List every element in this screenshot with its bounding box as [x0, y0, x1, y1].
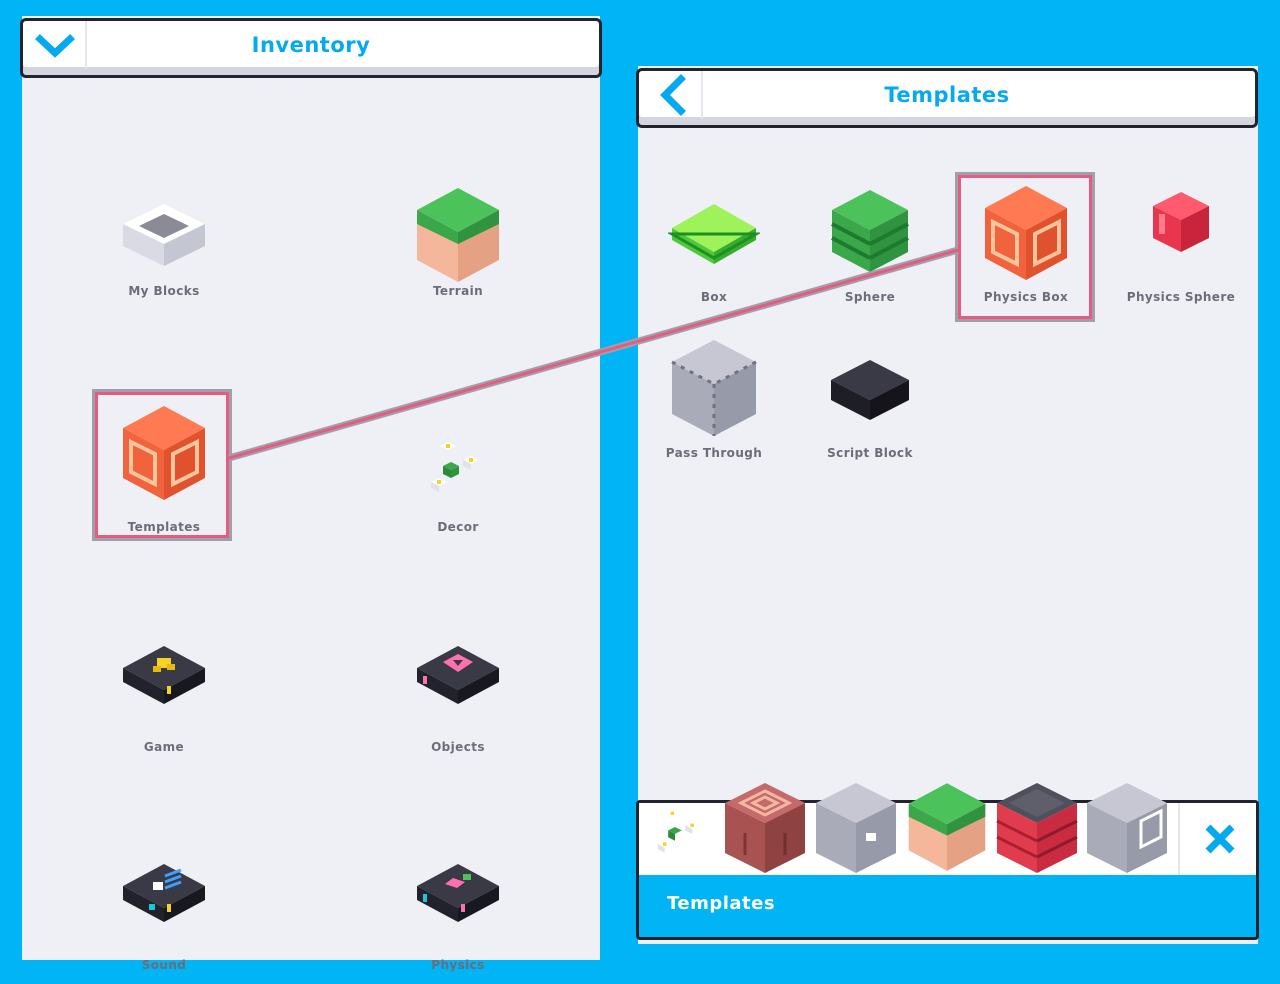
template-label: Script Block	[827, 446, 913, 460]
category-decor[interactable]: Decor	[368, 404, 548, 534]
sound-pad-icon	[123, 864, 205, 922]
template-box[interactable]: Box	[624, 186, 804, 316]
templates-header: Templates	[636, 68, 1258, 128]
green-sphere-icon	[831, 190, 909, 272]
close-icon	[1205, 824, 1235, 854]
category-label: Physics	[431, 958, 485, 972]
template-physics-sphere[interactable]: Physics Sphere	[1091, 186, 1271, 316]
hotbar-slot[interactable]	[814, 781, 900, 877]
template-pass-through[interactable]: Pass Through	[624, 336, 804, 466]
category-my-blocks[interactable]: My Blocks	[74, 186, 254, 316]
hotbar-slot[interactable]	[645, 781, 731, 877]
hotbar-slot[interactable]	[1085, 781, 1171, 877]
hotbar-slot[interactable]	[723, 781, 809, 877]
category-label: Decor	[437, 520, 479, 534]
category-terrain[interactable]: Terrain	[368, 186, 548, 316]
grass-block-icon	[908, 783, 986, 871]
category-objects[interactable]: Objects	[368, 636, 548, 766]
flowers-icon	[431, 442, 479, 492]
template-label: Box	[700, 290, 728, 304]
pass-through-icon	[671, 340, 757, 436]
script-block-icon	[831, 360, 909, 420]
grass-block-icon	[417, 188, 499, 282]
template-label: Pass Through	[665, 446, 763, 460]
category-game[interactable]: Game	[74, 636, 254, 766]
physics-pad-icon	[417, 864, 499, 922]
hotbar-category-label: Templates	[667, 893, 776, 914]
inventory-title: Inventory	[251, 33, 371, 57]
red-sphere-icon	[1153, 192, 1209, 252]
templates-title: Templates	[884, 83, 1010, 107]
inventory-header: Inventory	[20, 18, 602, 78]
template-label: Physics Sphere	[1126, 290, 1236, 304]
highlight-physics-box	[958, 175, 1092, 319]
heart-pad-icon	[417, 646, 499, 704]
brick-block-icon	[996, 783, 1078, 873]
category-label: Terrain	[432, 284, 484, 298]
hotbar-strip	[639, 783, 1256, 875]
hotbar: Templates	[636, 783, 1259, 940]
trophy-pad-icon	[123, 646, 205, 704]
hotbar-slot[interactable]	[995, 781, 1081, 877]
category-label: Sound	[141, 958, 187, 972]
category-physics[interactable]: Physics	[368, 854, 548, 984]
template-sphere[interactable]: Sphere	[780, 186, 960, 316]
empty-block-icon	[123, 204, 205, 266]
target-block-icon	[725, 783, 805, 873]
category-sound[interactable]: Sound	[74, 854, 254, 984]
gray-box-icon	[816, 783, 896, 873]
category-label: Game	[143, 740, 185, 754]
green-slab-icon	[668, 204, 760, 264]
template-script-block[interactable]: Script Block	[780, 336, 960, 466]
template-label: Sphere	[844, 290, 896, 304]
metal-block-icon	[1087, 783, 1167, 873]
hotbar-slot[interactable]	[905, 781, 991, 877]
highlight-templates-category	[95, 392, 229, 538]
close-button[interactable]	[1178, 803, 1256, 875]
category-label: My Blocks	[128, 284, 200, 298]
flowers-icon	[657, 809, 699, 853]
category-label: Objects	[431, 740, 485, 754]
